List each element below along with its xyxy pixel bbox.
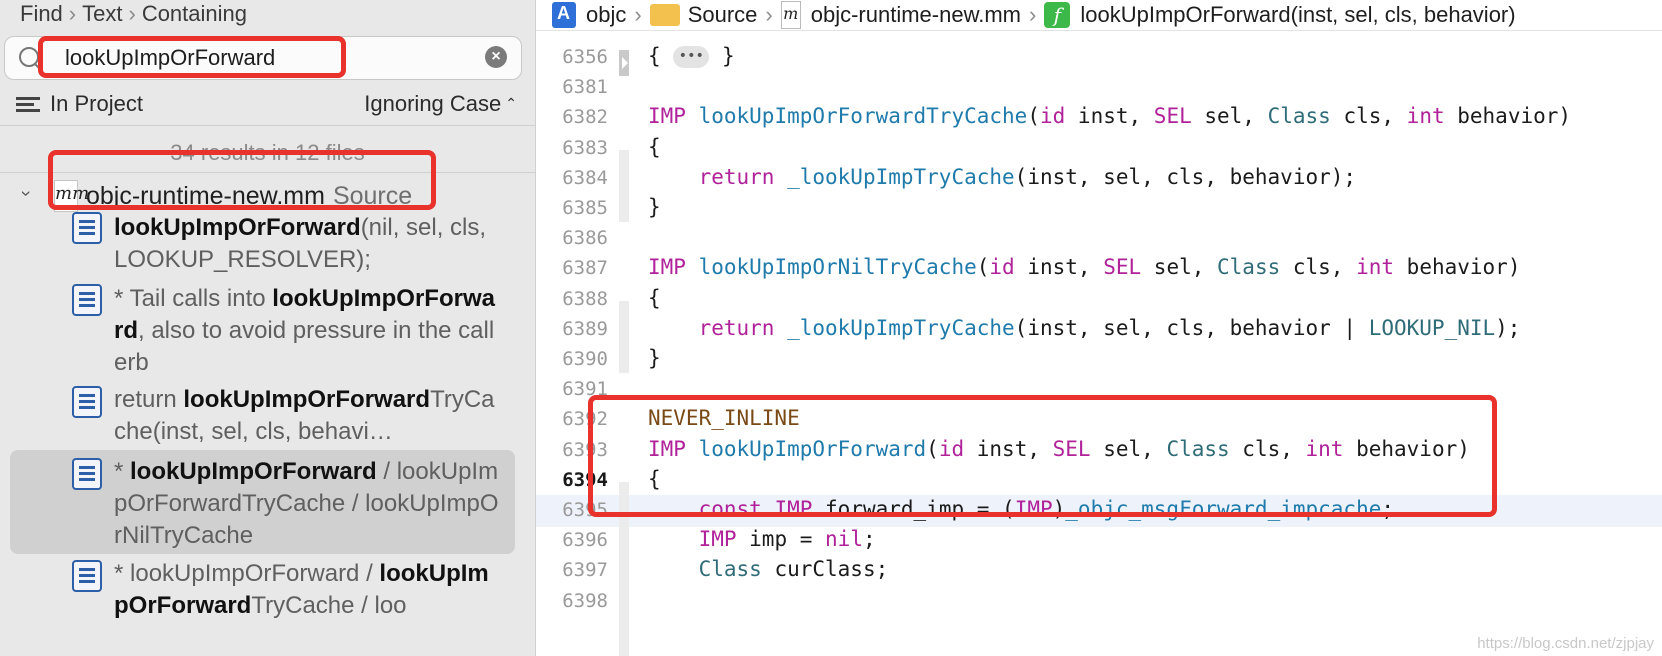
find-mode-item[interactable]: Find	[20, 1, 63, 27]
line-number: 6387	[562, 257, 608, 280]
chevron-right-icon: ›	[634, 2, 642, 27]
find-type-item[interactable]: Text	[82, 1, 122, 27]
line-number: 6396	[562, 529, 608, 552]
line-number: 6390	[562, 348, 608, 370]
jump-bar-file[interactable]: objc-runtime-new.mm	[811, 2, 1021, 28]
case-label: Ignoring Case	[364, 91, 502, 116]
line-number: 6386	[562, 227, 608, 250]
code-line[interactable]: { ••• }	[648, 44, 735, 68]
folded-code-pill[interactable]: •••	[673, 46, 710, 68]
scope-icon	[16, 97, 40, 112]
find-navigator: Find › Text › Containing lookUpImpOrForw…	[0, 0, 536, 656]
updown-chevron-icon: ⌃	[505, 95, 517, 111]
watermark: https://blog.csdn.net/zjpjay	[1477, 635, 1654, 652]
line-number: 6388	[562, 287, 608, 310]
result-text: * Tail calls into	[114, 285, 273, 312]
line-number: 6356	[562, 46, 608, 68]
search-icon	[19, 47, 39, 67]
jump-bar-symbol[interactable]: lookUpImpOrForward(inst, sel, cls, behav…	[1080, 2, 1515, 28]
result-match: lookUpImpOrForward	[114, 214, 361, 241]
code-line[interactable]: return _lookUpImpTryCache(inst, sel, cls…	[648, 316, 1521, 340]
code-line[interactable]: }	[648, 195, 661, 219]
result-text: * lookUpImpOrForward /	[114, 560, 380, 587]
code-line[interactable]: {	[648, 135, 661, 159]
line-number-gutter: 6356 6381 6382 6383 6384 6385 6386 6387 6388 6389…	[536, 30, 616, 656]
clear-search-icon[interactable]: ×	[485, 46, 507, 68]
line-number: 6398	[562, 589, 608, 612]
jump-bar-folder[interactable]: Source	[688, 2, 758, 28]
text-result-icon	[72, 560, 102, 592]
annotation-box-function	[588, 395, 1497, 517]
line-number: 6385	[562, 197, 608, 219]
text-result-icon	[72, 386, 102, 418]
find-match-item[interactable]: Containing	[142, 1, 247, 27]
text-result-icon	[72, 284, 102, 316]
mm-file-icon: m	[780, 1, 801, 29]
chevron-right-icon: ›	[128, 1, 136, 26]
text-result-icon	[72, 212, 102, 244]
unfold-triangle-icon[interactable]	[619, 50, 629, 76]
line-number: 6397	[562, 559, 608, 582]
annotation-box-search	[38, 36, 346, 78]
result-match: lookUpImpOrForward	[130, 458, 377, 485]
source-editor: objc › Source › m objc-runtime-new.mm › …	[536, 0, 1662, 656]
function-icon: f	[1044, 2, 1071, 28]
code-line[interactable]: }	[648, 346, 661, 370]
case-sensitivity-popup[interactable]: Ignoring Case ⌃	[364, 91, 517, 117]
result-text: return	[114, 386, 184, 413]
jump-bar: objc › Source › m objc-runtime-new.mm › …	[536, 0, 1662, 31]
find-mode-breadcrumb[interactable]: Find › Text › Containing	[20, 0, 247, 28]
line-number: 6382	[562, 106, 608, 129]
annotation-box-file	[48, 150, 436, 210]
project-icon	[552, 2, 576, 28]
scope-label: In Project	[50, 91, 143, 116]
code-line[interactable]: IMP imp = nil;	[648, 527, 876, 551]
line-number: 6381	[562, 76, 608, 99]
line-number: 6389	[562, 317, 608, 340]
code-folding-ribbon[interactable]	[619, 301, 629, 373]
folder-icon	[649, 4, 680, 26]
chevron-right-icon: ›	[68, 1, 77, 26]
disclosure-triangle-icon[interactable]: ›	[16, 190, 37, 206]
line-number: 6384	[562, 166, 608, 189]
find-scope-button[interactable]: In Project	[16, 91, 143, 117]
jump-bar-project[interactable]: objc	[586, 2, 626, 28]
text-result-icon	[72, 458, 102, 490]
code-line[interactable]: {	[648, 286, 661, 310]
line-number: 6383	[562, 136, 608, 159]
code-line[interactable]: Class curClass;	[648, 557, 889, 581]
code-line[interactable]: return _lookUpImpTryCache(inst, sel, cls…	[648, 165, 1356, 189]
code-folding-ribbon[interactable]	[619, 150, 629, 222]
code-line[interactable]: IMP lookUpImpOrForwardTryCache(id inst, …	[648, 104, 1571, 128]
xcode-window: Find › Text › Containing lookUpImpOrForw…	[0, 0, 1662, 656]
code-line[interactable]: IMP lookUpImpOrNilTryCache(id inst, SEL …	[648, 255, 1520, 279]
chevron-right-icon: ›	[765, 2, 773, 27]
result-match: lookUpImpOrForward	[183, 386, 431, 413]
result-text: , also to avoid pressure in the callerb	[114, 317, 495, 376]
result-text: *	[114, 458, 131, 485]
divider	[0, 125, 535, 126]
result-text: TryCache / loo	[251, 592, 407, 619]
chevron-right-icon: ›	[1029, 2, 1037, 27]
